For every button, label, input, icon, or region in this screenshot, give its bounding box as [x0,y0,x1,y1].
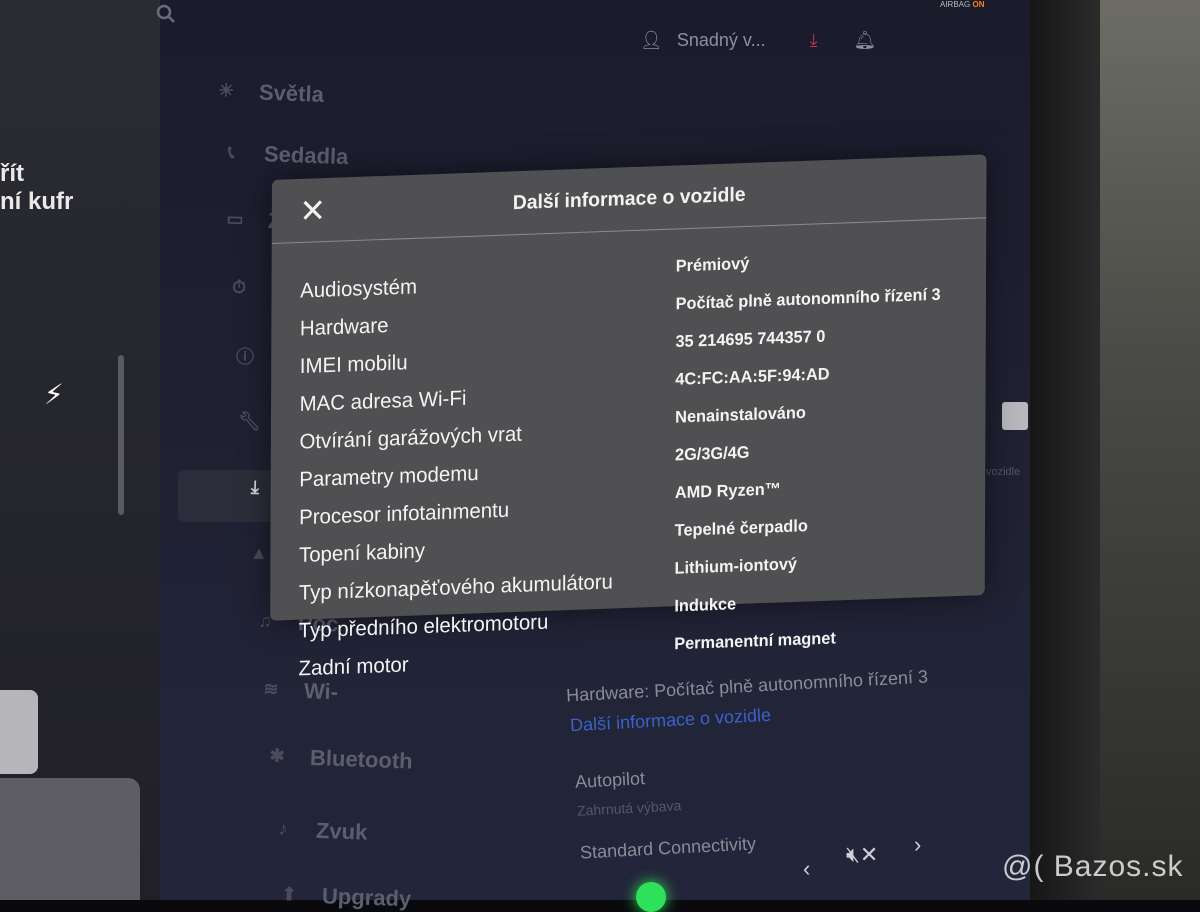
audio-icon: ♪ [278,818,288,839]
navigation-icon: ▲ [249,542,269,564]
nav-item-11[interactable]: ♪ Zvuk [272,816,368,845]
left-card[interactable] [0,690,38,774]
bell-icon[interactable]: 🔔︎ [854,30,877,51]
info-label: IMEI mobilu [299,351,408,379]
caption-line-1: řít [0,160,24,187]
left-card-bottom[interactable] [0,778,140,900]
info-value: 35 214695 744357 0 [675,328,826,352]
info-list: Audiosystém Prémiový Hardware Počítač plně … [298,255,973,696]
nav-item-label: Sedadla [263,141,349,170]
wrench-icon: 🔧︎ [237,410,262,432]
info-label: Topení kabiny [298,539,426,568]
mute-icon[interactable]: 🔇︎✕ [846,842,878,868]
nav-item-0[interactable]: ☀︎ Světla [215,78,325,108]
nav-item-label: Zvuk [315,817,368,845]
schedule-icon: ⏱︎ [231,276,247,298]
wifi-icon: ≋ [263,678,279,700]
autopilot-label: Autopilot [574,768,646,792]
info-value: 2G/3G/4G [674,444,750,465]
display-icon: ▭ [226,208,244,230]
nav-item-label: Upgrady [321,883,412,912]
info-label: MAC adresa Wi-Fi [299,387,467,417]
vehicle-info-dialog: Další informace o vozidle Audiosystém Pré… [270,154,987,681]
info-value: Lithium-iontový [674,555,798,578]
prev-button[interactable]: ‹ [803,856,810,882]
next-button[interactable]: › [914,832,921,858]
airbag-label: AIRBAG [940,0,971,9]
nav-item-10[interactable]: ✱ Bluetooth [266,743,413,774]
right-text: vozidle [986,466,1021,478]
download-icon[interactable]: ⤓ [810,30,818,51]
seat-icon: 📞︎ [227,142,235,163]
dialog-title: Další informace o vozidle [512,183,746,215]
watermark: @( Bazos.sk [1002,850,1184,883]
info-label: Parametry modemu [299,462,479,492]
nav-item-1[interactable]: 📞︎ Sedadla [220,140,349,170]
safety-icon: ⓘ [235,346,255,368]
info-value: AMD Ryzen™ [674,480,782,503]
airbag-status: ON [972,0,985,9]
scrollbar[interactable] [118,355,124,515]
info-value: Prémiový [675,255,750,276]
charge-bolt-icon: ⚡︎ [44,379,64,410]
bluetooth-icon: ✱ [269,745,285,767]
top-bar: 👤︎ Snadný v... ⤓ 🔔︎ [640,30,890,51]
right-toggle[interactable] [1002,402,1028,430]
info-label: Audiosystém [300,275,418,303]
profile-name[interactable]: Snadný v... [677,30,766,51]
caption-line-2[interactable]: ní kufr [0,188,73,216]
info-value: Nenainstalováno [675,404,806,427]
light-icon: ☀︎ [217,80,235,101]
search-icon[interactable] [156,4,176,24]
phone-icon[interactable] [636,882,666,912]
info-label: Hardware [299,314,389,341]
vehicle-panel: řít ní kufr ⚡︎ [0,0,160,900]
upgrade-icon: ⬆︎ [281,883,297,905]
nav-item-label: Světla [258,79,325,107]
nav-item-label: Bluetooth [309,744,414,774]
info-label: Zadní motor [298,653,409,681]
profile-icon[interactable]: 👤︎ [640,30,663,51]
download-icon: ⤓ [250,476,260,498]
info-value: Indukce [674,595,737,616]
vehicle-caption: řít ní kufr [0,160,73,216]
info-value: Tepelné čerpadlo [674,517,808,541]
cabin-background [1100,0,1200,900]
airbag-indicator: AIRBAG ON [940,0,984,9]
nav-item-12[interactable]: ⬆︎ Upgrady [278,882,412,912]
